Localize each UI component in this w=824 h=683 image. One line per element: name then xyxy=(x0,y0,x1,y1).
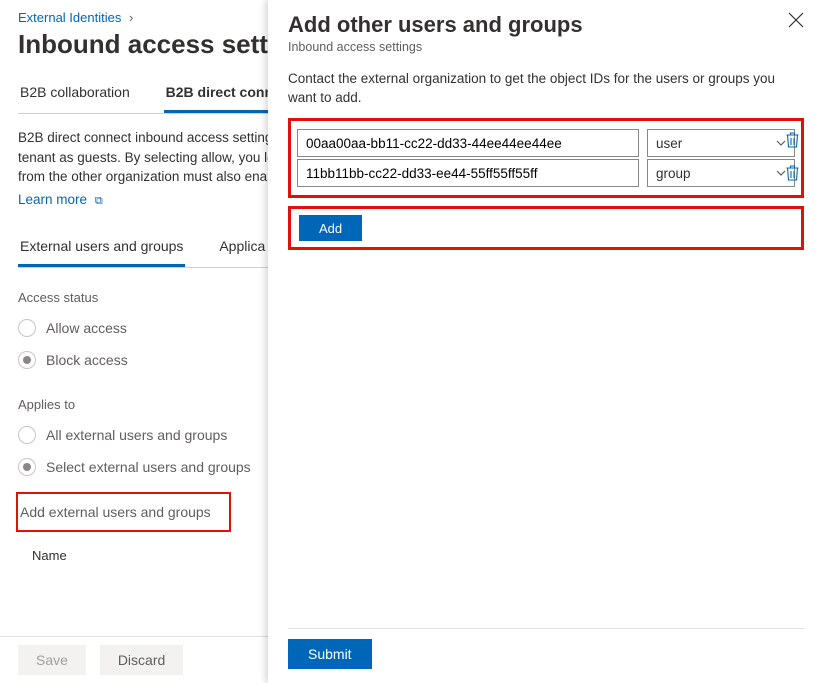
radio-label: All external users and groups xyxy=(46,427,227,443)
radio-label: Select external users and groups xyxy=(46,459,251,475)
delete-row-button[interactable] xyxy=(780,132,804,148)
radio-icon xyxy=(18,426,36,444)
tab-b2b-direct-connect[interactable]: B2B direct conn xyxy=(164,74,275,113)
type-select[interactable]: user xyxy=(647,129,795,157)
add-button-highlight: Add xyxy=(288,206,804,250)
radio-icon xyxy=(18,319,36,337)
add-external-users-groups-button[interactable]: Add external users and groups xyxy=(16,492,231,532)
learn-more-label: Learn more xyxy=(18,192,87,207)
learn-more-link[interactable]: Learn more ⧉ xyxy=(18,192,103,207)
submit-button[interactable]: Submit xyxy=(288,639,372,669)
object-id-row: user xyxy=(297,129,795,157)
tab-applications[interactable]: Applica xyxy=(217,230,267,264)
radio-label: Allow access xyxy=(46,320,127,336)
tab-external-users-groups[interactable]: External users and groups xyxy=(18,230,185,267)
object-id-rows-container: user group xyxy=(288,118,804,198)
breadcrumb-root[interactable]: External Identities xyxy=(18,10,121,25)
type-select-value: user xyxy=(656,136,682,151)
external-link-icon: ⧉ xyxy=(95,195,103,207)
radio-label: Block access xyxy=(46,352,128,368)
radio-icon xyxy=(18,458,36,476)
discard-button[interactable]: Discard xyxy=(100,645,183,675)
panel-message: Contact the external organization to get… xyxy=(288,70,804,108)
object-id-input[interactable] xyxy=(297,159,639,187)
panel-subtitle: Inbound access settings xyxy=(288,40,804,54)
close-icon[interactable] xyxy=(788,12,804,28)
delete-row-button[interactable] xyxy=(780,165,804,181)
add-button[interactable]: Add xyxy=(299,215,362,241)
panel-title: Add other users and groups xyxy=(288,12,788,38)
radio-icon xyxy=(18,351,36,369)
object-id-input[interactable] xyxy=(297,129,639,157)
tab-b2b-collaboration[interactable]: B2B collaboration xyxy=(18,74,132,110)
trash-icon xyxy=(785,165,800,181)
object-id-row: group xyxy=(297,159,795,187)
save-button[interactable]: Save xyxy=(18,645,86,675)
type-select[interactable]: group xyxy=(647,159,795,187)
chevron-right-icon: › xyxy=(129,10,133,25)
panel-footer: Submit xyxy=(288,628,804,683)
trash-icon xyxy=(785,132,800,148)
type-select-value: group xyxy=(656,166,691,181)
add-users-groups-panel: Add other users and groups Inbound acces… xyxy=(268,0,824,683)
